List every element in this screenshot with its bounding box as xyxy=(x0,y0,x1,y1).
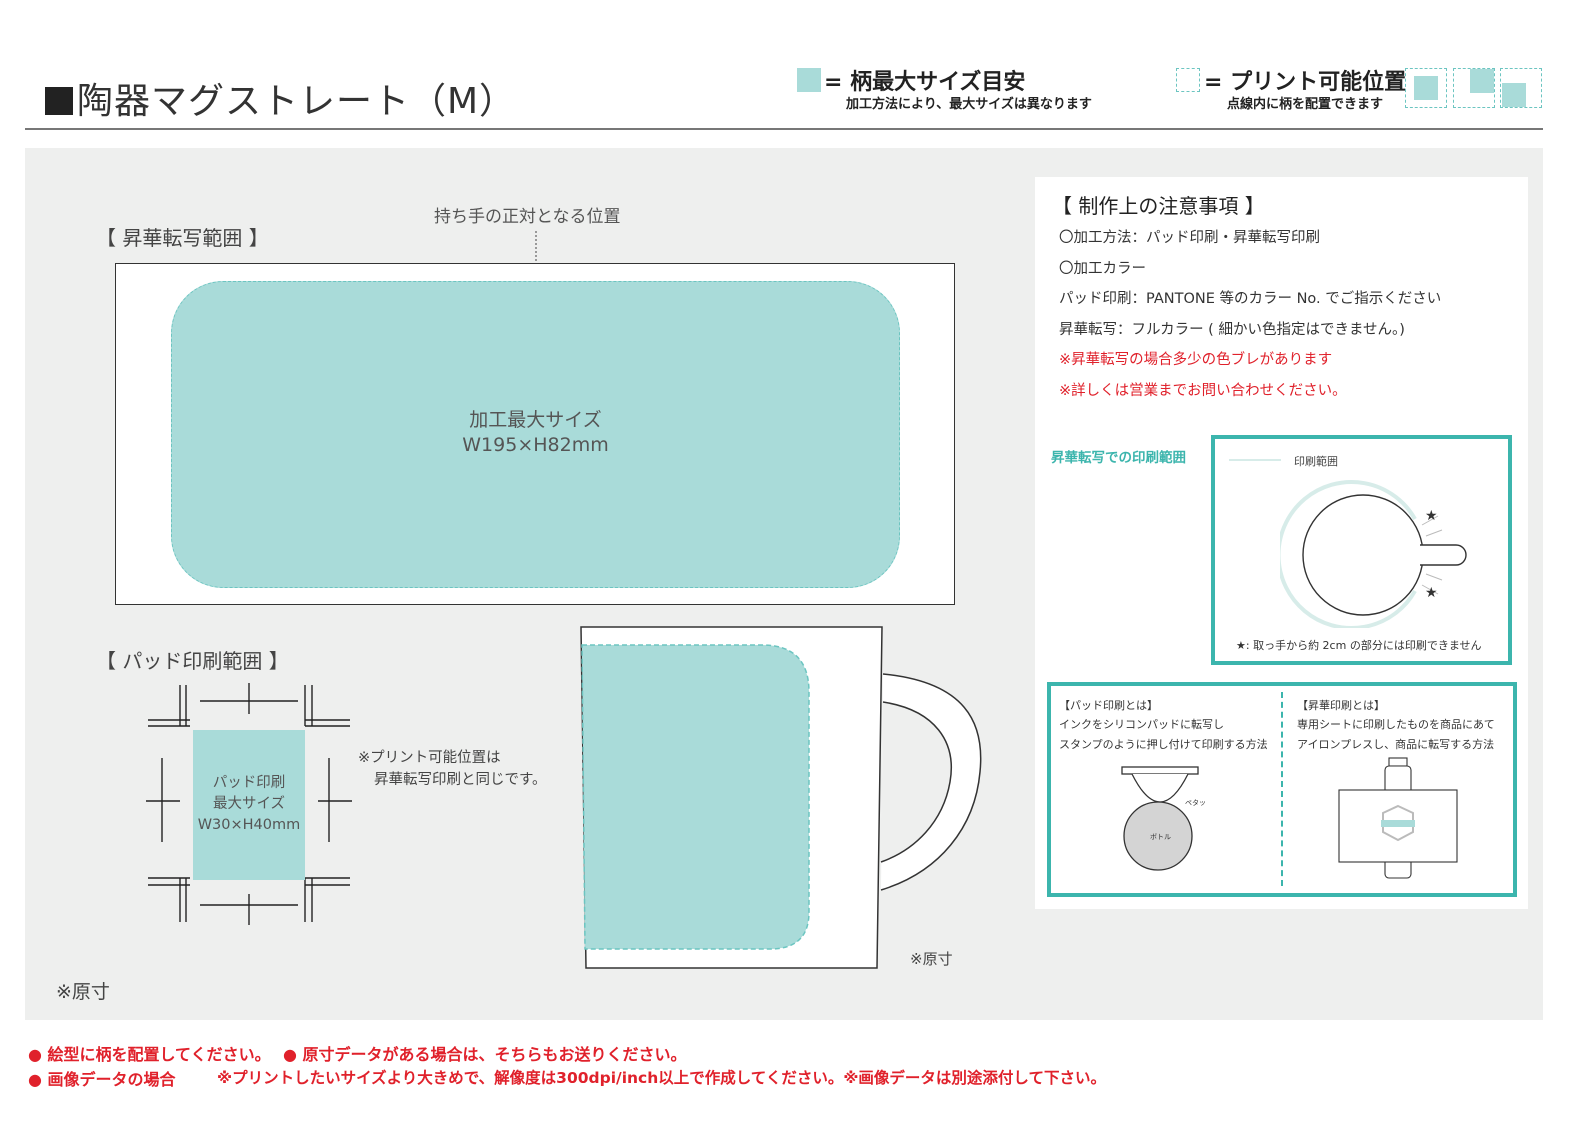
pad-area-line1: パッド印刷 xyxy=(212,775,286,791)
legend-print-label: = プリント可能位置 xyxy=(1204,70,1407,95)
notes-title: 【 制作上の注意事項 】 xyxy=(1052,194,1265,218)
star-mark-upper: ★ xyxy=(1425,508,1438,524)
sub-method-line2: アイロンプレスし、商品に転写する方法 xyxy=(1297,738,1495,751)
pad-section-label: 【 パッド印刷範囲 】 xyxy=(96,649,289,673)
pad-stamp-illustration xyxy=(1121,766,1199,871)
notes-red-line-1: ※昇華転写の場合多少の色ブレがあります xyxy=(1059,352,1333,368)
original-size-note-left: ※原寸 xyxy=(56,981,110,1003)
pad-area-line2: 最大サイズ xyxy=(212,796,286,812)
star-mark-lower: ★ xyxy=(1425,585,1438,601)
pad-area-size: W30×H40mm xyxy=(197,817,301,833)
max-size-swatch-icon xyxy=(797,68,821,92)
example-box-center xyxy=(1405,68,1447,108)
mug-side-view xyxy=(580,626,982,969)
notes-line-3: パッド印刷：PANTONE 等のカラー No. でご指示ください xyxy=(1059,291,1442,307)
legend-max-label: = 柄最大サイズ目安 xyxy=(824,70,1026,95)
print-range-legend-line xyxy=(1229,459,1281,461)
sublimation-section-label: 【 昇華転写範囲 】 xyxy=(96,226,269,250)
footer-line2-a: ● 画像データの場合 xyxy=(28,1070,176,1089)
pad-method-title: 【パッド印刷とは】 xyxy=(1059,699,1158,712)
original-size-note-mug: ※原寸 xyxy=(910,950,953,968)
example-box-top xyxy=(1453,68,1495,108)
legend-print-sub: 点線内に柄を配置できます xyxy=(1227,97,1384,112)
page-title: 陶器マグストレート（M） xyxy=(45,72,516,124)
notes-line-2: 〇加工カラー xyxy=(1059,261,1146,277)
footer-line1-b: ● 原寸データがある場合は、そちらもお送りください。 xyxy=(283,1045,687,1064)
pad-method-line1: インクをシリコンパッドに転写し xyxy=(1059,718,1224,731)
pad-label-bottle: ボトル xyxy=(1150,833,1171,841)
pad-label-peta: ペタッ xyxy=(1185,799,1206,807)
print-area-swatch-icon xyxy=(1176,68,1200,92)
sub-method-line1: 専用シートに印刷したものを商品にあて xyxy=(1297,718,1495,731)
legend-max-sub: 加工方法により、最大サイズは異なります xyxy=(846,97,1092,112)
top-view-label: 昇華転写での印刷範囲 xyxy=(1051,450,1186,466)
print-range-legend: 印刷範囲 xyxy=(1294,455,1338,468)
notes-line-4: 昇華転写：フルカラー ( 細かい色指定はできません。) xyxy=(1059,322,1405,338)
footer-line2-b: ※プリントしたいサイズより大きめで、解像度は300dpi/inch以上で作成して… xyxy=(217,1069,1106,1087)
mug-top-view xyxy=(1280,480,1467,628)
sublimation-area-title: 加工最大サイズ xyxy=(469,409,602,431)
header-divider xyxy=(25,128,1543,130)
notes-line-1: 〇加工方法：パッド印刷・昇華転写印刷 xyxy=(1059,230,1320,246)
sublimation-press-illustration xyxy=(1338,757,1458,879)
sublimation-area-size: W195×H82mm xyxy=(462,434,609,456)
methods-divider xyxy=(1281,692,1283,886)
pad-note-line2: 昇華転写印刷と同じです。 xyxy=(374,772,547,788)
pad-note-line1: ※プリント可能位置は xyxy=(358,750,501,766)
notes-red-line-2: ※詳しくは営業までお問い合わせください。 xyxy=(1059,383,1347,399)
top-view-footnote: ★: 取っ手から約 2cm の部分には印刷できません xyxy=(1236,639,1482,652)
pad-method-line2: スタンプのように押し付けて印刷する方法 xyxy=(1059,738,1268,751)
example-box-bottom xyxy=(1500,68,1542,108)
handle-opposite-note: 持ち手の正対となる位置 xyxy=(434,207,621,227)
title-square-icon xyxy=(45,87,73,115)
sub-method-title: 【昇華印刷とは】 xyxy=(1297,699,1385,712)
footer-line1-a: ● 絵型に柄を配置してください。 xyxy=(28,1045,271,1064)
